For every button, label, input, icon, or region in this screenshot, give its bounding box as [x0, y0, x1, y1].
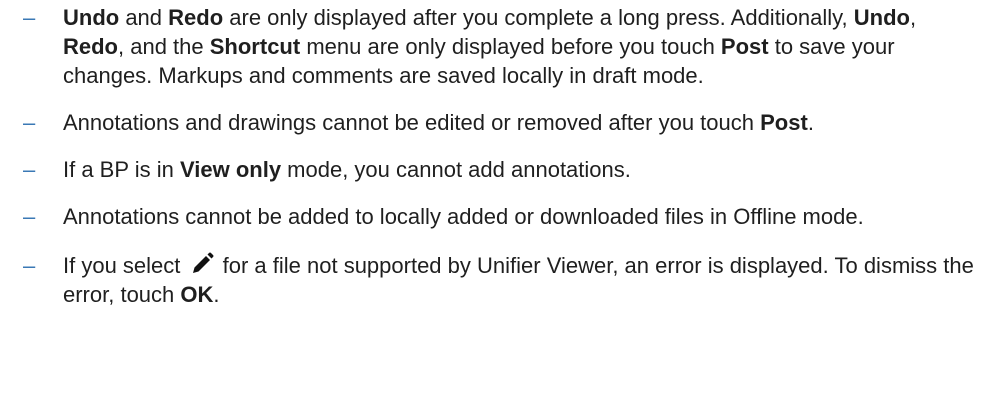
post-term: Post: [760, 110, 808, 135]
bullet-dash: –: [23, 157, 36, 182]
note-text: If a BP is in: [63, 157, 180, 182]
pencil-icon: [189, 251, 215, 277]
redo-term: Redo: [168, 5, 224, 30]
ok-term: OK: [180, 282, 214, 307]
note-text: menu are only displayed before you touch: [300, 34, 721, 59]
document-page: – Undo and Redo are only displayed after…: [0, 0, 995, 395]
shortcut-term: Shortcut: [209, 34, 301, 59]
list-item: – If you select for a file not supported…: [0, 251, 995, 309]
bullet-dash: –: [23, 110, 36, 135]
view-only-term: View only: [179, 157, 282, 182]
list-item: – Annotations and drawings cannot be edi…: [0, 108, 995, 137]
note-text: .: [807, 110, 814, 135]
list-item: – Annotations cannot be added to locally…: [0, 202, 995, 231]
note-text: ,: [909, 5, 917, 30]
note-text: Annotations and drawings cannot be edite…: [63, 110, 761, 135]
note-text: are only displayed after you complete a …: [223, 5, 854, 30]
note-text: , and the: [118, 34, 210, 59]
bullet-dash: –: [23, 204, 36, 229]
note-text: and: [119, 5, 169, 30]
undo-term: Undo: [853, 5, 910, 30]
list-item: – Undo and Redo are only displayed after…: [0, 3, 995, 90]
undo-term: Undo: [63, 5, 120, 30]
notes-list: – Undo and Redo are only displayed after…: [0, 0, 995, 309]
list-item: – If a BP is in View only mode, you cann…: [0, 155, 995, 184]
note-text: Annotations cannot be added to locally a…: [63, 204, 864, 229]
post-term: Post: [720, 34, 769, 59]
note-text: mode, you cannot add annotations.: [281, 157, 631, 182]
note-text: .: [213, 282, 220, 307]
note-text: If you select: [63, 253, 187, 278]
redo-term: Redo: [63, 34, 118, 59]
bullet-dash: –: [23, 5, 36, 30]
bullet-dash: –: [23, 253, 36, 278]
